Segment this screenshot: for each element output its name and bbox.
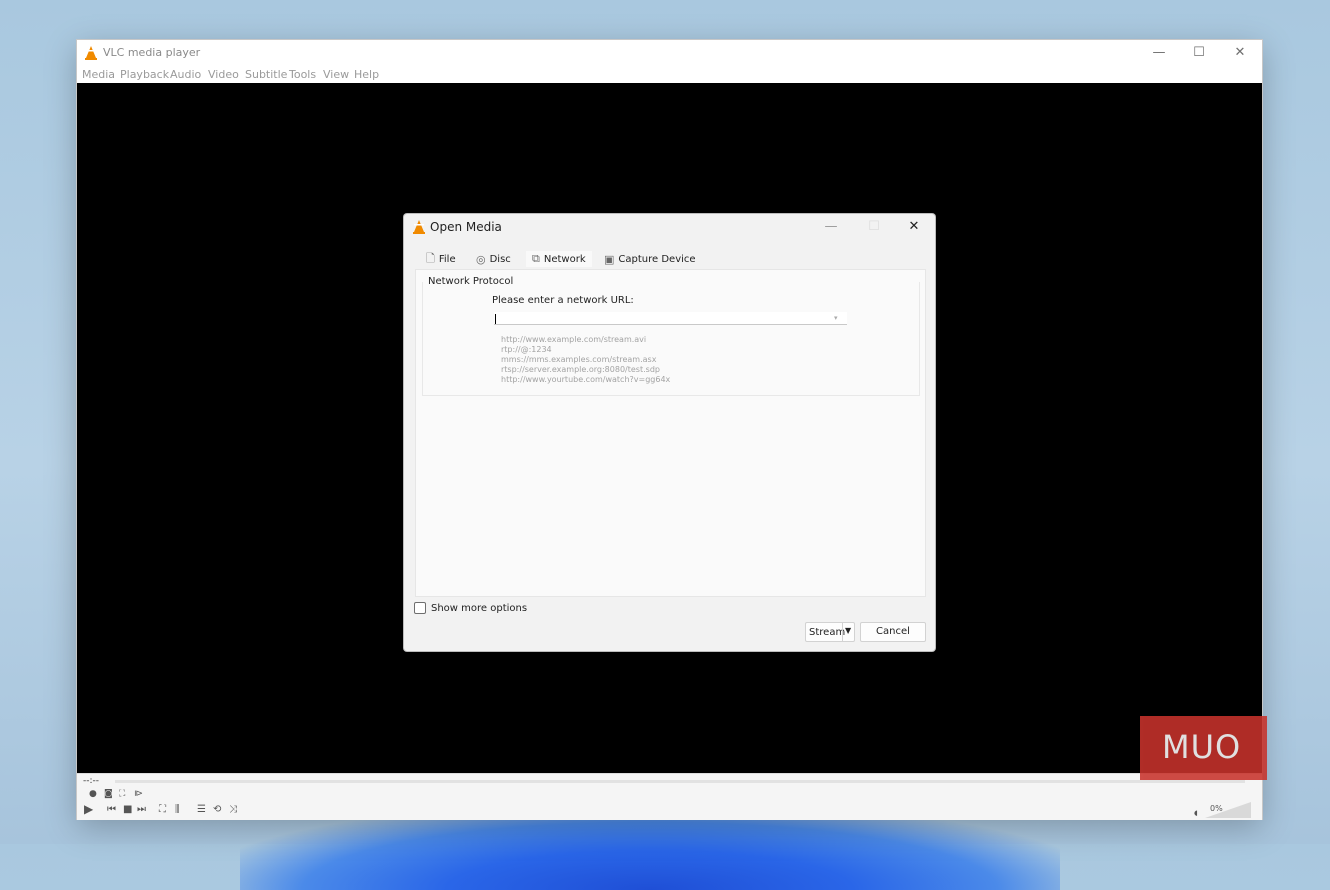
speaker-icon[interactable]: ◖ bbox=[1194, 808, 1198, 818]
volume-level: 0% bbox=[1210, 804, 1223, 813]
network-protocol-label: Network Protocol bbox=[428, 276, 514, 287]
file-icon: 🗋 bbox=[426, 251, 435, 265]
snapshot-icon[interactable]: ◙ bbox=[104, 789, 113, 799]
title-bar: VLC media player — ☐ ✕ bbox=[77, 40, 1262, 66]
show-more-options-checkbox[interactable] bbox=[414, 602, 426, 614]
shuffle-icon[interactable]: ⤨ bbox=[229, 805, 237, 815]
elapsed-time: --:-- bbox=[83, 776, 100, 786]
url-examples: http://www.example.com/stream.avi rtp://… bbox=[501, 335, 670, 385]
menu-bar: Media Playback Audio Video Subtitle Tool… bbox=[77, 66, 1262, 83]
stream-button[interactable]: Stream ▼ bbox=[805, 622, 855, 642]
minimize-button[interactable]: — bbox=[1150, 44, 1168, 62]
dialog-title: Open Media bbox=[430, 220, 502, 234]
next-icon[interactable]: ⏭ bbox=[137, 805, 146, 815]
example-url: http://www.example.com/stream.avi bbox=[501, 335, 647, 344]
dialog-minimize-button[interactable]: — bbox=[822, 218, 840, 236]
tab-capture-device[interactable]: ▣ Capture Device bbox=[604, 251, 696, 267]
stream-button-divider bbox=[842, 623, 843, 641]
cancel-button[interactable]: Cancel bbox=[860, 622, 926, 642]
maximize-button[interactable]: ☐ bbox=[1190, 44, 1208, 62]
seek-slider[interactable] bbox=[115, 780, 1245, 783]
url-label: Please enter a network URL: bbox=[492, 295, 634, 306]
tab-disc[interactable]: ◎ Disc bbox=[476, 251, 511, 267]
stop-icon[interactable]: ■ bbox=[123, 805, 132, 815]
muo-logo-text: MUO bbox=[1162, 728, 1242, 766]
dialog-close-button[interactable]: ✕ bbox=[905, 218, 923, 236]
example-url: mms://mms.examples.com/stream.asx bbox=[501, 355, 657, 364]
fullscreen-icon[interactable]: ⛶ bbox=[159, 805, 166, 815]
menu-tools[interactable]: Tools bbox=[289, 68, 316, 81]
previous-icon[interactable]: ⏮ bbox=[107, 805, 116, 815]
menu-view[interactable]: View bbox=[323, 68, 349, 81]
menu-video[interactable]: Video bbox=[208, 68, 239, 81]
capture-device-icon: ▣ bbox=[604, 252, 615, 266]
example-url: rtsp://server.example.org:8080/test.sdp bbox=[501, 365, 660, 374]
vlc-cone-icon bbox=[85, 46, 97, 60]
tab-file[interactable]: 🗋 File bbox=[426, 251, 456, 267]
playback-controls: --:-- ● ◙ ⛶ ⧐ ▶ ⏮ ■ ⏭ ⛶ ⫼ ☰ ⟲ ⤨ ◖ 0% bbox=[77, 773, 1262, 820]
menu-subtitle[interactable]: Subtitle bbox=[245, 68, 287, 81]
menu-audio[interactable]: Audio bbox=[170, 68, 201, 81]
loop-ab-icon[interactable]: ⛶ bbox=[119, 789, 125, 799]
example-url: http://www.yourtube.com/watch?v=gg64x bbox=[501, 375, 671, 384]
text-caret bbox=[495, 314, 496, 324]
menu-media[interactable]: Media bbox=[82, 68, 115, 81]
open-media-dialog: Open Media — ☐ ✕ 🗋 File ◎ Disc ⧉ Network… bbox=[404, 214, 935, 651]
vlc-cone-icon bbox=[413, 220, 425, 234]
menu-playback[interactable]: Playback bbox=[120, 68, 169, 81]
disc-icon: ◎ bbox=[476, 252, 486, 266]
show-more-options-label: Show more options bbox=[431, 602, 528, 614]
muo-watermark: MUO bbox=[1140, 716, 1267, 780]
close-button[interactable]: ✕ bbox=[1231, 44, 1249, 62]
extended-settings-icon[interactable]: ⫼ bbox=[175, 805, 180, 815]
tab-network[interactable]: ⧉ Network bbox=[526, 251, 592, 267]
show-more-options[interactable]: Show more options bbox=[414, 602, 527, 614]
network-url-input[interactable] bbox=[494, 312, 847, 325]
play-icon[interactable]: ▶ bbox=[84, 803, 93, 815]
playlist-icon[interactable]: ☰ bbox=[197, 805, 206, 815]
record-icon[interactable]: ● bbox=[89, 789, 97, 799]
dialog-maximize-button[interactable]: ☐ bbox=[865, 218, 883, 236]
window-title: VLC media player bbox=[103, 46, 201, 59]
stream-button-label: Stream bbox=[809, 626, 846, 638]
desktop-wallpaper bbox=[240, 810, 1060, 890]
menu-help[interactable]: Help bbox=[354, 68, 379, 81]
frame-step-icon[interactable]: ⧐ bbox=[134, 789, 143, 799]
chevron-down-icon[interactable]: ▼ bbox=[845, 626, 851, 635]
network-icon: ⧉ bbox=[532, 252, 540, 265]
loop-icon[interactable]: ⟲ bbox=[213, 805, 221, 815]
url-history-dropdown-icon[interactable]: ▾ bbox=[834, 314, 838, 322]
example-url: rtp://@:1234 bbox=[501, 345, 552, 354]
